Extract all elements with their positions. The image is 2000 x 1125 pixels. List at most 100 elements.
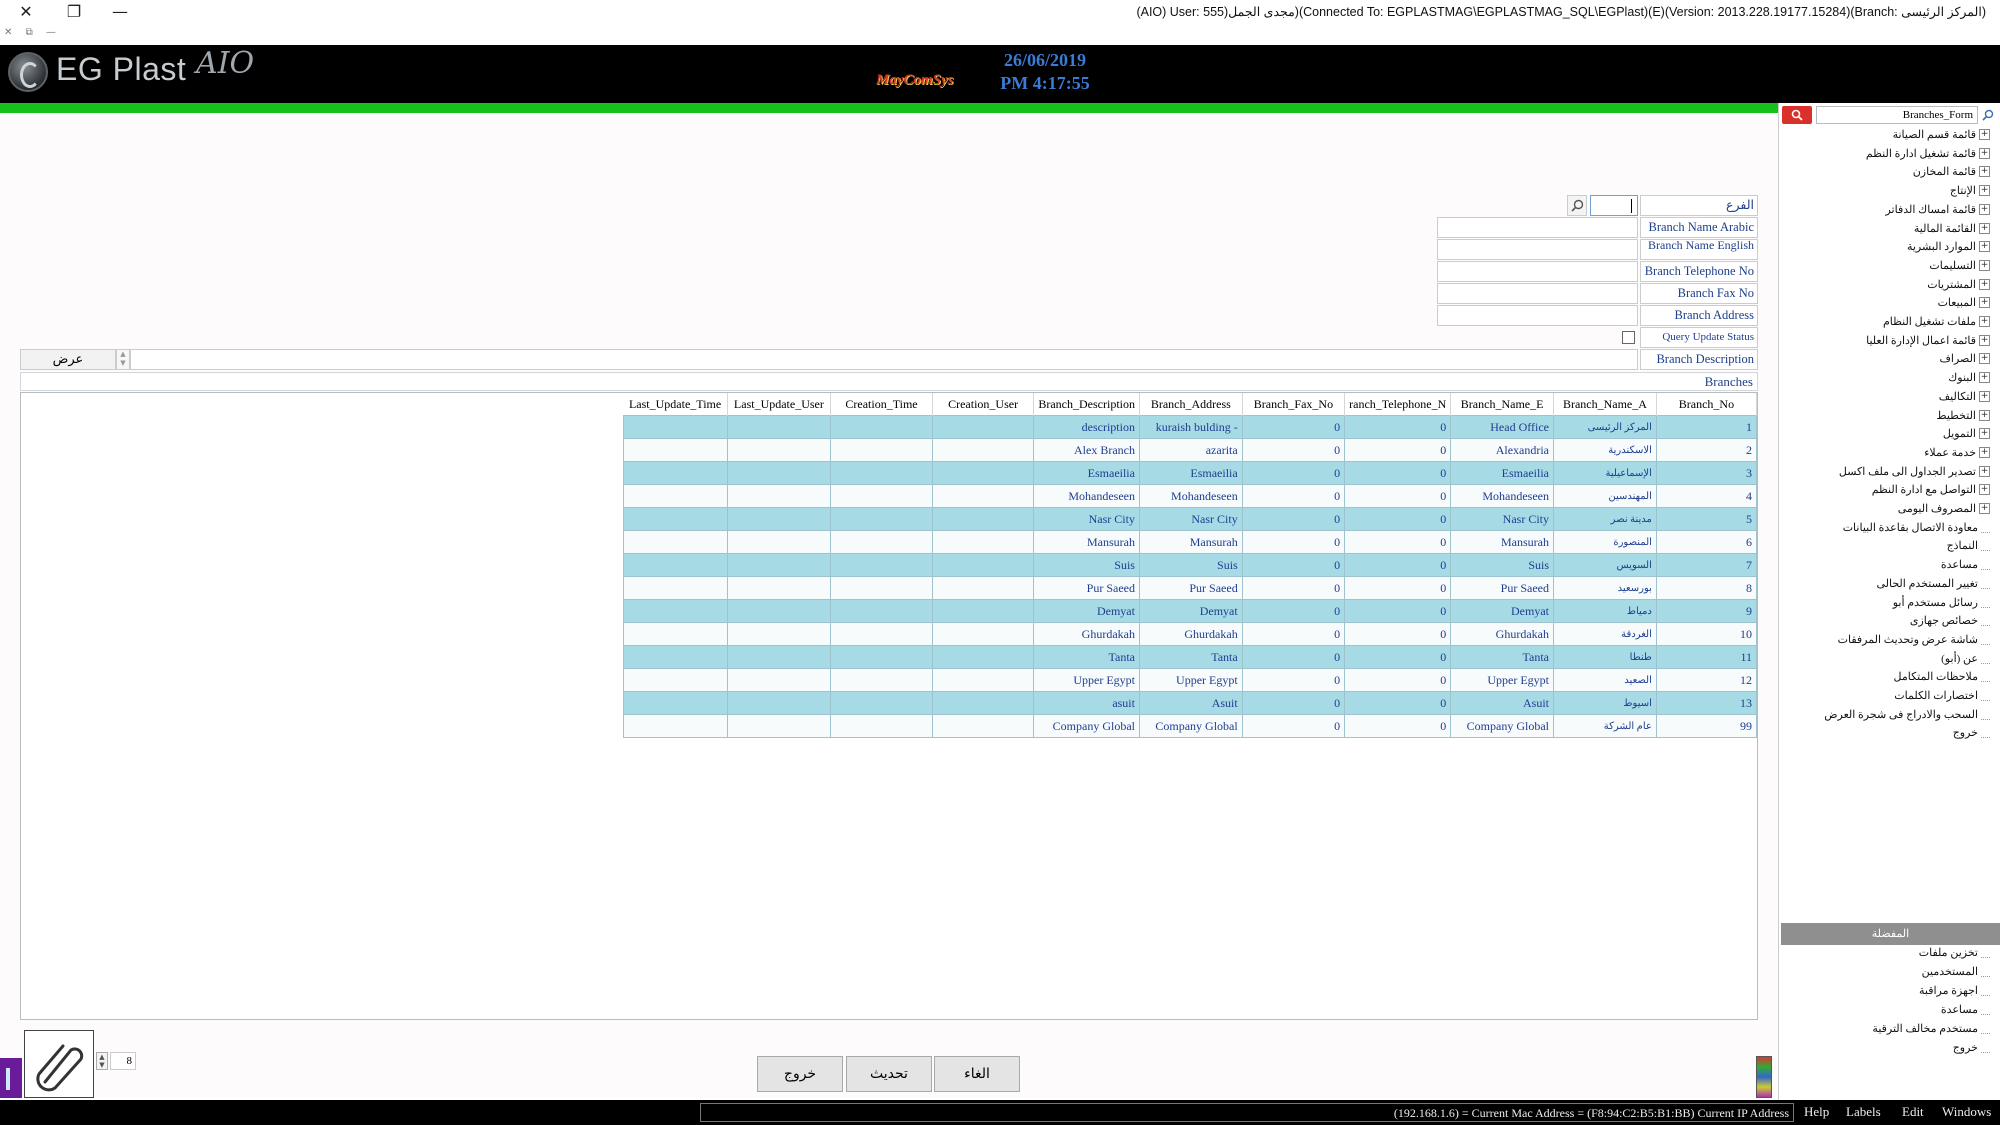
table-cell-ranch-telephone-n[interactable]: 0 [1344,691,1452,715]
table-cell-ranch-telephone-n[interactable]: 0 [1344,484,1452,508]
expand-icon[interactable]: + [1979,316,1990,327]
column-header-last-update-time[interactable]: Last_Update_Time [623,393,728,416]
table-cell-branch-name-e[interactable]: Mohandeseen [1450,484,1554,508]
table-cell-branch-description[interactable]: Tanta [1033,645,1140,669]
tree-item[interactable]: القائمة المالية + [1914,222,1990,235]
tree-item[interactable]: المشتريات + [1927,278,1990,291]
table-row[interactable]: description kuraish bulding -0 0 Head Offic… [623,415,1758,439]
table-cell-last-update-time[interactable] [623,691,728,715]
attachments-button[interactable] [24,1030,94,1098]
table-cell-branch-address[interactable]: Nasr City [1138,507,1243,531]
table-cell-creation-user[interactable] [931,461,1035,485]
table-cell-branch-fax-no[interactable]: 0 [1241,438,1346,462]
table-cell-ranch-telephone-n[interactable]: 0 [1344,507,1452,531]
tree-item[interactable]: قائمة المخازن + [1913,165,1990,178]
mdi-minimize-icon[interactable]: — [46,27,56,38]
table-cell-ranch-telephone-n[interactable]: 0 [1344,714,1452,738]
menu-windows[interactable]: Windows [1942,1104,1991,1120]
table-row[interactable]: Upper Egypt Upper Egypt 0 0 Upper Egypt الصعي… [623,668,1758,692]
table-cell-last-update-user[interactable] [726,438,832,462]
table-cell-last-update-user[interactable] [726,415,832,439]
table-cell-branch-name-e[interactable]: Head Office [1450,415,1554,439]
table-cell-last-update-time[interactable] [623,507,728,531]
table-row[interactable]: Demyat Demyat 0 0 Demyat دمياط 9 [623,599,1758,623]
table-cell-branch-name-a[interactable]: الاسكندرية [1553,438,1657,462]
table-row[interactable]: Ghurdakah Ghurdakah 0 0 Ghurdakah الغردقة 10 [623,622,1758,646]
table-cell-branch-address[interactable]: Mohandeseen [1138,484,1243,508]
expand-icon[interactable]: + [1979,391,1990,402]
tree-item[interactable]: معاودة الاتصال بقاعدة البيانات [1843,521,1990,534]
favorite-item[interactable]: تخزين ملفات [1919,946,1990,959]
table-cell-ranch-telephone-n[interactable]: 0 [1344,622,1452,646]
table-cell-creation-user[interactable] [931,438,1035,462]
sidebar-search-button[interactable] [1782,106,1812,124]
table-cell-ranch-telephone-n[interactable]: 0 [1344,599,1452,623]
table-cell-last-update-time[interactable] [623,553,728,577]
table-cell-ranch-telephone-n[interactable]: 0 [1344,530,1452,554]
table-cell-creation-time[interactable] [830,507,933,531]
branch-address-input[interactable] [1437,305,1638,326]
tree-item[interactable]: قائمة قسم الصيانة + [1893,128,1990,141]
table-cell-branch-name-a[interactable]: الغردقة [1553,622,1657,646]
expand-icon[interactable]: + [1979,279,1990,290]
table-cell-creation-user[interactable] [931,415,1035,439]
table-cell-creation-user[interactable] [931,484,1035,508]
tree-item[interactable]: قائمة تشغيل ادارة النظم + [1866,147,1990,160]
minimize-window-button[interactable]: — [100,0,140,22]
table-cell-last-update-time[interactable] [623,645,728,669]
table-cell-ranch-telephone-n[interactable]: 0 [1344,553,1452,577]
table-cell-branch-name-a[interactable]: المنصورة [1553,530,1657,554]
expand-icon[interactable]: + [1979,503,1990,514]
table-cell-last-update-user[interactable] [726,553,832,577]
expand-icon[interactable]: + [1979,260,1990,271]
table-cell-creation-user[interactable] [931,622,1035,646]
table-cell-branch-no[interactable]: 10 [1655,622,1758,646]
expand-icon[interactable]: + [1979,447,1990,458]
table-cell-branch-name-e[interactable]: Mansurah [1450,530,1554,554]
tree-item[interactable]: تغيير المستخدم الحالى [1876,577,1990,590]
column-header-branch-fax-no[interactable]: Branch_Fax_No [1242,393,1346,416]
mdi-close-icon[interactable]: ✕ [4,27,12,38]
favorite-item[interactable]: المستخدمين [1922,965,1990,978]
table-cell-branch-fax-no[interactable]: 0 [1241,507,1346,531]
restore-window-button[interactable]: ❐ [54,0,94,22]
table-cell-branch-name-e[interactable]: Company Global [1450,714,1554,738]
menu-edit[interactable]: Edit [1902,1104,1924,1120]
tree-item[interactable]: البنوك + [1948,371,1990,384]
table-cell-creation-user[interactable] [931,530,1035,554]
table-cell-branch-description[interactable]: Ghurdakah [1033,622,1140,646]
table-cell-last-update-time[interactable] [623,484,728,508]
tree-item[interactable]: التخطيط + [1936,409,1990,422]
table-row[interactable]: Nasr City Nasr City 0 0 Nasr City مدينة نصر 5 [623,507,1758,531]
tree-item[interactable]: التمويل + [1943,427,1990,440]
table-cell-branch-fax-no[interactable]: 0 [1241,484,1346,508]
table-cell-branch-name-e[interactable]: Upper Egypt [1450,668,1554,692]
table-cell-branch-no[interactable]: 2 [1655,438,1758,462]
table-cell-creation-user[interactable] [931,714,1035,738]
tree-item[interactable]: شاشة عرض وتحديث المرفقات [1838,633,1990,646]
table-cell-branch-no[interactable]: 8 [1655,576,1758,600]
table-cell-ranch-telephone-n[interactable]: 0 [1344,461,1452,485]
table-row[interactable]: Mansurah Mansurah 0 0 Mansurah المنصورة 6 [623,530,1758,554]
tree-item[interactable]: خروج [1953,726,1990,739]
tree-item[interactable]: المبيعات + [1938,296,1990,309]
cancel-button[interactable]: الغاء [934,1056,1020,1092]
table-cell-ranch-telephone-n[interactable]: 0 [1344,438,1452,462]
table-cell-last-update-user[interactable] [726,668,832,692]
table-cell-creation-user[interactable] [931,553,1035,577]
expand-icon[interactable]: + [1979,185,1990,196]
table-cell-branch-name-a[interactable]: دمياط [1553,599,1657,623]
show-button[interactable]: عرض [20,349,116,370]
menu-help[interactable]: Help [1804,1104,1829,1120]
table-cell-creation-time[interactable] [830,714,933,738]
expand-icon[interactable]: + [1979,484,1990,495]
table-cell-creation-time[interactable] [830,645,933,669]
table-cell-branch-address[interactable]: azarita [1138,438,1243,462]
table-cell-branch-no[interactable]: 12 [1655,668,1758,692]
table-cell-branch-name-e[interactable]: Ghurdakah [1450,622,1554,646]
column-header-branch-description[interactable]: Branch_Description [1033,393,1140,416]
table-cell-branch-description[interactable]: Upper Egypt [1033,668,1140,692]
table-cell-branch-name-a[interactable]: السويس [1553,553,1657,577]
table-row[interactable]: Mohandeseen Mohandeseen 0 0 Mohandeseen المهن… [623,484,1758,508]
table-cell-branch-name-a[interactable]: مدينة نصر [1553,507,1657,531]
